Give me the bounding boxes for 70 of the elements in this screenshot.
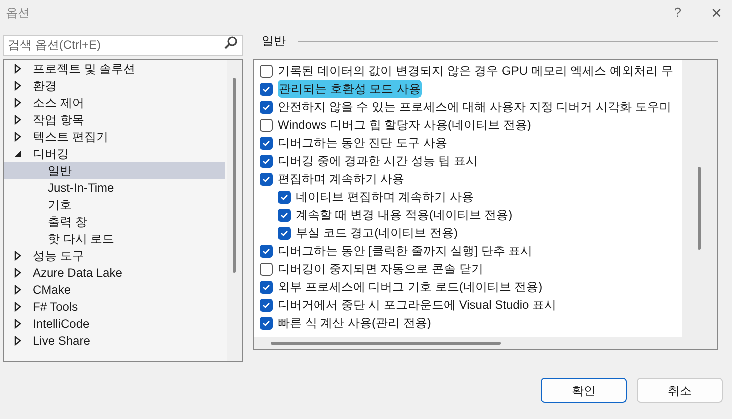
tree-item[interactable]: 기호 [4,196,225,213]
section-title: 일반 [262,33,286,50]
option-label: Windows 디버그 힙 할당자 사용(네이티브 전용) [278,117,532,134]
ok-button[interactable]: 확인 [541,378,627,403]
checkbox[interactable] [260,244,273,258]
option-label: 계속할 때 변경 내용 적용(네이티브 전용) [296,207,513,224]
option-label: 디버그하는 동안 진단 도구 사용 [278,135,448,152]
option-label: 네이티브 편집하며 계속하기 사용 [296,189,474,206]
search-field[interactable]: 검색 옵션(Ctrl+E) [3,34,243,56]
expand-triangle-icon[interactable] [14,80,22,90]
tree-item[interactable]: 작업 항목 [33,110,84,128]
tree-item[interactable]: F# Tools [33,298,78,316]
tree-item[interactable]: IntelliCode [33,314,90,332]
checkbox[interactable] [260,64,273,78]
expand-triangle-icon[interactable] [14,268,22,278]
search-icon[interactable] [224,36,238,50]
scrollbar-thumb[interactable] [698,167,701,250]
option-label: 빠른 식 계산 사용(관리 전용) [278,315,432,332]
expand-triangle-icon[interactable] [14,98,22,108]
option-label: 외부 프로세스에 디버그 기호 로드(네이티브 전용) [278,279,543,296]
expand-triangle-icon[interactable] [14,318,22,328]
option-label: 편집하며 계속하기 사용 [278,171,405,188]
help-button[interactable]: ? [674,3,682,23]
option-label: 디버깅이 중지되면 자동으로 콘솔 닫기 [278,261,484,278]
checkbox[interactable] [278,190,291,204]
option-label: 디버거에서 중단 시 포그라운드에 Visual Studio 표시 [278,297,556,314]
checkbox[interactable] [260,154,273,168]
tree-item[interactable]: 일반 [4,162,225,179]
expand-triangle-icon[interactable] [14,114,22,124]
scrollbar-thumb[interactable] [233,78,236,273]
tree-item[interactable]: Azure Data Lake [33,264,122,282]
tree-item[interactable]: CMake [33,280,72,298]
checkbox[interactable] [260,172,273,186]
checkbox[interactable] [260,82,273,96]
checkbox[interactable] [260,316,273,330]
expand-triangle-icon[interactable] [14,132,22,142]
scrollbar-thumb[interactable] [271,342,501,344]
option-label: 안전하지 않을 수 있는 프로세스에 대해 사용자 지정 디버거 시각화 도우미 [278,99,672,116]
expand-triangle-icon[interactable] [14,284,22,294]
checkbox[interactable] [260,280,273,294]
tree-item[interactable]: 디버깅 [33,144,69,162]
expand-triangle-icon[interactable] [14,336,22,346]
tree-item[interactable]: 핫 다시 로드 [4,230,225,247]
checkbox[interactable] [278,226,291,240]
option-label: 관리되는 호환성 모드 사용 [278,80,422,98]
cancel-button[interactable]: 취소 [637,378,723,403]
checkbox[interactable] [260,262,273,276]
window-title: 옵션 [6,5,30,22]
checkbox[interactable] [260,298,273,312]
close-button[interactable]: × [711,0,722,26]
expand-triangle-icon[interactable] [14,250,22,260]
expand-triangle-icon[interactable] [14,64,22,74]
option-label: 기록된 데이터의 값이 변경되지 않은 경우 GPU 메모리 엑세스 예외처리 무 [278,63,674,80]
collapse-triangle-icon[interactable] [14,150,22,158]
tree-item[interactable]: 텍스트 편집기 [33,128,108,146]
checkbox[interactable] [260,100,273,114]
checkbox[interactable] [260,136,273,150]
tree-item[interactable]: 성능 도구 [33,246,84,264]
expand-triangle-icon[interactable] [14,302,22,312]
tree-item[interactable]: 프로젝트 및 솔루션 [33,60,136,78]
tree-item[interactable]: 출력 창 [4,213,225,230]
tree-item[interactable]: Live Share [33,332,90,350]
tree-item[interactable]: Just-In-Time [4,179,225,196]
option-label: 디버깅 중에 경과한 시간 성능 팁 표시 [278,153,478,170]
checkbox[interactable] [260,118,273,132]
option-label: 부실 코드 경고(네이티브 전용) [296,225,458,242]
tree-item[interactable]: 소스 제어 [33,94,84,112]
checkbox[interactable] [278,208,291,222]
tree-item[interactable]: 환경 [33,76,57,94]
option-label: 디버그하는 동안 [클릭한 줄까지 실행] 단추 표시 [278,243,533,260]
